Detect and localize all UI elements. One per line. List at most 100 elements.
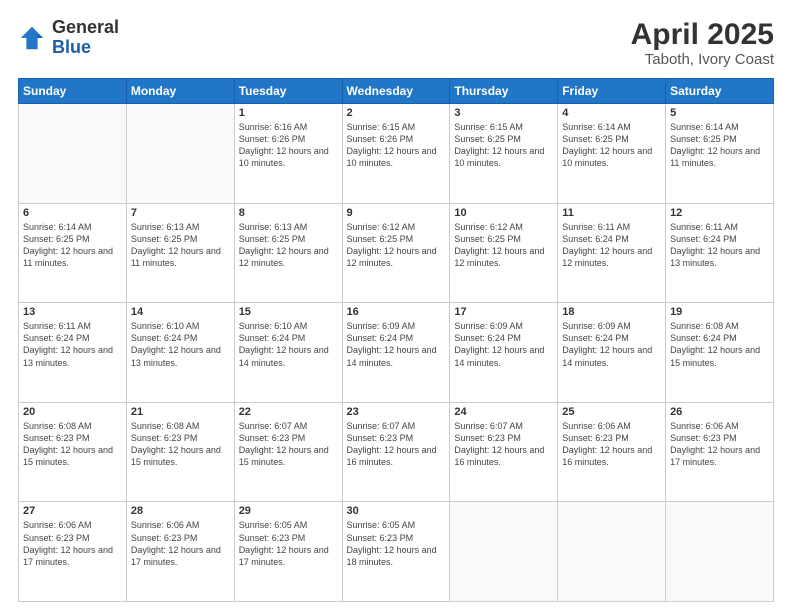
logo-text: General Blue [52,18,119,58]
day-info: Sunrise: 6:09 AM Sunset: 6:24 PM Dayligh… [347,320,446,369]
calendar-cell: 11 Sunrise: 6:11 AM Sunset: 6:24 PM Dayli… [558,203,666,303]
calendar-week-4: 20 Sunrise: 6:08 AM Sunset: 6:23 PM Dayli… [19,402,774,502]
calendar-cell: 3 Sunrise: 6:15 AM Sunset: 6:25 PM Daylig… [450,104,558,204]
day-info: Sunrise: 6:06 AM Sunset: 6:23 PM Dayligh… [670,420,769,469]
day-info: Sunrise: 6:11 AM Sunset: 6:24 PM Dayligh… [23,320,122,369]
day-number: 1 [239,107,338,119]
calendar-cell: 21 Sunrise: 6:08 AM Sunset: 6:23 PM Dayli… [126,402,234,502]
day-info: Sunrise: 6:13 AM Sunset: 6:25 PM Dayligh… [239,221,338,270]
calendar-cell: 24Sunrise: 6:07 AM Sunset: 6:23 PM Dayli… [450,402,558,502]
day-info: Sunrise: 6:13 AM Sunset: 6:25 PM Dayligh… [131,221,230,270]
calendar-week-2: 6 Sunrise: 6:14 AM Sunset: 6:25 PM Daylig… [19,203,774,303]
calendar-header: Sunday Monday Tuesday Wednesday Thursday… [19,79,774,104]
day-number: 27 [23,505,122,517]
day-number: 25 [562,406,661,418]
day-number: 7 [131,207,230,219]
calendar-cell: 2 Sunrise: 6:15 AM Sunset: 6:26 PM Daylig… [342,104,450,204]
day-number: 4 [562,107,661,119]
calendar-cell: 12 Sunrise: 6:11 AM Sunset: 6:24 PM Dayli… [666,203,774,303]
header: General Blue April 2025 Taboth, Ivory Co… [18,18,774,68]
day-number: 16 [347,306,446,318]
day-number: 12 [670,207,769,219]
day-info: Sunrise: 6:15 AM Sunset: 6:26 PM Dayligh… [347,121,446,170]
day-number: 26 [670,406,769,418]
day-number: 11 [562,207,661,219]
calendar-cell: 28Sunrise: 6:06 AM Sunset: 6:23 PM Dayli… [126,502,234,602]
day-number: 28 [131,505,230,517]
day-number: 21 [131,406,230,418]
day-info: Sunrise: 6:10 AM Sunset: 6:24 PM Dayligh… [239,320,338,369]
title-block: April 2025 Taboth, Ivory Coast [631,18,774,68]
day-info: Sunrise: 6:05 AM Sunset: 6:23 PM Dayligh… [347,519,446,568]
header-row: Sunday Monday Tuesday Wednesday Thursday… [19,79,774,104]
calendar-cell: 9 Sunrise: 6:12 AM Sunset: 6:25 PM Daylig… [342,203,450,303]
day-info: Sunrise: 6:07 AM Sunset: 6:23 PM Dayligh… [347,420,446,469]
day-info: Sunrise: 6:11 AM Sunset: 6:24 PM Dayligh… [670,221,769,270]
calendar-cell: 4 Sunrise: 6:14 AM Sunset: 6:25 PM Daylig… [558,104,666,204]
calendar-body: 1 Sunrise: 6:16 AM Sunset: 6:26 PM Daylig… [19,104,774,602]
logo-icon [18,24,46,52]
day-number: 29 [239,505,338,517]
calendar-cell [450,502,558,602]
calendar-cell: 5Sunrise: 6:14 AM Sunset: 6:25 PM Daylig… [666,104,774,204]
day-info: Sunrise: 6:05 AM Sunset: 6:23 PM Dayligh… [239,519,338,568]
col-thursday: Thursday [450,79,558,104]
day-number: 10 [454,207,553,219]
day-number: 19 [670,306,769,318]
col-saturday: Saturday [666,79,774,104]
calendar-cell: 22 Sunrise: 6:07 AM Sunset: 6:23 PM Dayli… [234,402,342,502]
day-number: 3 [454,107,553,119]
calendar: Sunday Monday Tuesday Wednesday Thursday… [18,78,774,602]
calendar-cell: 6 Sunrise: 6:14 AM Sunset: 6:25 PM Daylig… [19,203,127,303]
calendar-cell: 26 Sunrise: 6:06 AM Sunset: 6:23 PM Dayli… [666,402,774,502]
day-info: Sunrise: 6:08 AM Sunset: 6:23 PM Dayligh… [131,420,230,469]
day-number: 17 [454,306,553,318]
day-info: Sunrise: 6:12 AM Sunset: 6:25 PM Dayligh… [347,221,446,270]
calendar-cell [558,502,666,602]
calendar-cell [666,502,774,602]
day-info: Sunrise: 6:08 AM Sunset: 6:24 PM Dayligh… [670,320,769,369]
day-number: 8 [239,207,338,219]
day-number: 30 [347,505,446,517]
col-tuesday: Tuesday [234,79,342,104]
calendar-cell: 10 Sunrise: 6:12 AM Sunset: 6:25 PM Dayli… [450,203,558,303]
calendar-cell: 15Sunrise: 6:10 AM Sunset: 6:24 PM Dayli… [234,303,342,403]
day-info: Sunrise: 6:14 AM Sunset: 6:25 PM Dayligh… [562,121,661,170]
col-friday: Friday [558,79,666,104]
calendar-cell: 30 Sunrise: 6:05 AM Sunset: 6:23 PM Dayli… [342,502,450,602]
col-wednesday: Wednesday [342,79,450,104]
day-info: Sunrise: 6:16 AM Sunset: 6:26 PM Dayligh… [239,121,338,170]
calendar-cell: 19 Sunrise: 6:08 AM Sunset: 6:24 PM Dayli… [666,303,774,403]
day-number: 22 [239,406,338,418]
calendar-cell: 7 Sunrise: 6:13 AM Sunset: 6:25 PM Daylig… [126,203,234,303]
page: General Blue April 2025 Taboth, Ivory Co… [0,0,792,612]
calendar-cell: 25 Sunrise: 6:06 AM Sunset: 6:23 PM Dayli… [558,402,666,502]
day-number: 6 [23,207,122,219]
day-number: 24 [454,406,553,418]
month-title: April 2025 [631,18,774,51]
day-number: 9 [347,207,446,219]
location-title: Taboth, Ivory Coast [631,51,774,68]
day-info: Sunrise: 6:09 AM Sunset: 6:24 PM Dayligh… [562,320,661,369]
day-number: 5 [670,107,769,119]
day-info: Sunrise: 6:09 AM Sunset: 6:24 PM Dayligh… [454,320,553,369]
calendar-cell [126,104,234,204]
calendar-cell: 1 Sunrise: 6:16 AM Sunset: 6:26 PM Daylig… [234,104,342,204]
logo-blue: Blue [52,38,119,58]
day-number: 2 [347,107,446,119]
day-number: 18 [562,306,661,318]
day-info: Sunrise: 6:15 AM Sunset: 6:25 PM Dayligh… [454,121,553,170]
day-info: Sunrise: 6:11 AM Sunset: 6:24 PM Dayligh… [562,221,661,270]
day-info: Sunrise: 6:06 AM Sunset: 6:23 PM Dayligh… [23,519,122,568]
day-number: 20 [23,406,122,418]
day-info: Sunrise: 6:07 AM Sunset: 6:23 PM Dayligh… [239,420,338,469]
day-info: Sunrise: 6:14 AM Sunset: 6:25 PM Dayligh… [23,221,122,270]
calendar-cell: 16 Sunrise: 6:09 AM Sunset: 6:24 PM Dayli… [342,303,450,403]
day-info: Sunrise: 6:12 AM Sunset: 6:25 PM Dayligh… [454,221,553,270]
col-sunday: Sunday [19,79,127,104]
calendar-cell [19,104,127,204]
calendar-cell: 23Sunrise: 6:07 AM Sunset: 6:23 PM Dayli… [342,402,450,502]
col-monday: Monday [126,79,234,104]
calendar-week-3: 13Sunrise: 6:11 AM Sunset: 6:24 PM Dayli… [19,303,774,403]
day-info: Sunrise: 6:06 AM Sunset: 6:23 PM Dayligh… [562,420,661,469]
